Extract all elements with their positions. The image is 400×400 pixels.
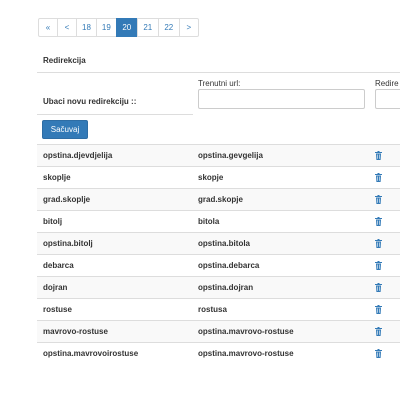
target-url-cell: bitola	[198, 217, 220, 226]
trash-icon	[375, 349, 382, 358]
new-redirect-label: Ubaci novu redirekciju ::	[43, 97, 137, 106]
delete-button[interactable]	[375, 217, 382, 226]
trash-icon	[375, 283, 382, 292]
page-prev-button[interactable]: <	[57, 18, 77, 37]
redirect-label: Redire	[375, 79, 399, 88]
trash-icon	[375, 261, 382, 270]
trash-icon	[375, 195, 382, 204]
trash-icon	[375, 151, 382, 160]
trash-icon	[375, 239, 382, 248]
table-row: grad.skoplje grad.skopje	[37, 188, 400, 210]
divider	[37, 72, 400, 73]
delete-button[interactable]	[375, 283, 382, 292]
table-row: rostuse rostusa	[37, 298, 400, 320]
trash-icon	[375, 327, 382, 336]
current-url-input[interactable]	[198, 89, 365, 109]
page-next-button[interactable]: >	[178, 18, 199, 37]
page-21-button[interactable]: 21	[136, 18, 159, 37]
trash-icon	[375, 217, 382, 226]
delete-button[interactable]	[375, 195, 382, 204]
page-22-button[interactable]: 22	[157, 18, 180, 37]
table-row: opstina.bitolj opstina.bitola	[37, 232, 400, 254]
target-url-cell: grad.skopje	[198, 195, 243, 204]
target-url-cell: skopje	[198, 173, 224, 182]
target-url-cell: opstina.mavrovo-rostuse	[198, 349, 294, 358]
target-url-cell: opstina.dojran	[198, 283, 254, 292]
source-url-cell: rostuse	[43, 305, 72, 314]
current-url-label: Trenutni url:	[198, 79, 241, 88]
source-url-cell: debarca	[43, 261, 74, 270]
target-url-cell: opstina.gevgelija	[198, 151, 263, 160]
trash-icon	[375, 173, 382, 182]
page-19-button[interactable]: 19	[95, 18, 117, 37]
source-url-cell: grad.skoplje	[43, 195, 91, 204]
page-20-button[interactable]: 20	[115, 18, 138, 37]
divider	[37, 114, 193, 115]
table-row: dojran opstina.dojran	[37, 276, 400, 298]
source-url-cell: dojran	[43, 283, 68, 292]
table-row: debarca opstina.debarca	[37, 254, 400, 276]
source-url-cell: opstina.djevdjelija	[43, 151, 113, 160]
save-button[interactable]: Sačuvaj	[42, 120, 88, 139]
redirect-input[interactable]	[375, 89, 400, 109]
delete-button[interactable]	[375, 327, 382, 336]
source-url-cell: mavrovo-rostuse	[43, 327, 108, 336]
source-url-cell: opstina.bitolj	[43, 239, 93, 248]
table-row: opstina.djevdjelija opstina.gevgelija	[37, 144, 400, 166]
delete-button[interactable]	[375, 239, 382, 248]
target-url-cell: rostusa	[198, 305, 227, 314]
table-row: mavrovo-rostuse opstina.mavrovo-rostuse	[37, 320, 400, 342]
page-18-button[interactable]: 18	[76, 18, 97, 37]
table-row: bitolj bitola	[37, 210, 400, 232]
delete-button[interactable]	[375, 151, 382, 160]
panel-title: Redirekcija	[43, 56, 86, 65]
delete-button[interactable]	[375, 349, 382, 358]
table-row: skoplje skopje	[37, 166, 400, 188]
table-row: opstina.mavrovoirostuse opstina.mavrovo-r…	[37, 342, 400, 364]
delete-button[interactable]	[375, 261, 382, 270]
page-first-button[interactable]: «	[38, 18, 58, 37]
redirect-table: opstina.djevdjelija opstina.gevgelija skop…	[37, 144, 400, 364]
pagination: « < 18 19 20 21 22 >	[38, 18, 199, 37]
source-url-cell: opstina.mavrovoirostuse	[43, 349, 139, 358]
target-url-cell: opstina.bitola	[198, 239, 250, 248]
delete-button[interactable]	[375, 173, 382, 182]
source-url-cell: skoplje	[43, 173, 71, 182]
source-url-cell: bitolj	[43, 217, 63, 226]
target-url-cell: opstina.debarca	[198, 261, 260, 270]
trash-icon	[375, 305, 382, 314]
target-url-cell: opstina.mavrovo-rostuse	[198, 327, 294, 336]
delete-button[interactable]	[375, 305, 382, 314]
